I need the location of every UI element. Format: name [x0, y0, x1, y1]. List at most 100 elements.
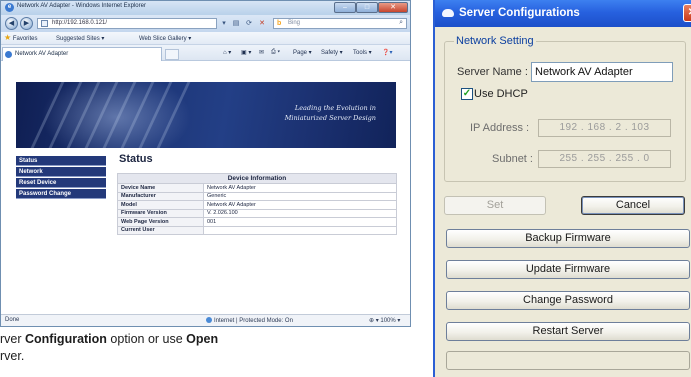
zoom-level: 100% [380, 318, 396, 324]
security-zone[interactable]: Internet | Protected Mode: On [206, 317, 293, 324]
banner-tagline-2: Miniaturized Server Design [284, 114, 376, 122]
feeds-icon[interactable]: ▣ ▾ [241, 49, 251, 56]
table-row: Manufacturer Generic [117, 191, 397, 201]
table-header: Device Information [117, 173, 397, 184]
browser-tab[interactable]: Network AV Adapter [2, 47, 162, 61]
row-label: Model [117, 200, 204, 210]
tab-page-icon [5, 51, 12, 58]
close-window-button[interactable]: ✕ [378, 2, 408, 13]
tab-row: Network AV Adapter ⌂ ▾ ▣ ▾ ✉ ⎙ ▾ Page ▾ … [1, 45, 410, 61]
change-password-button[interactable]: Change Password [446, 291, 690, 310]
cloud-icon [442, 9, 454, 17]
row-label: Device Name [117, 183, 204, 193]
row-value: 001 [203, 217, 397, 227]
forward-button[interactable]: ▶ [20, 17, 33, 30]
nav-status[interactable]: Status [16, 156, 106, 166]
zoom-control[interactable]: ⊕ ▾ 100% ▾ [369, 317, 400, 324]
star-icon: ★ [4, 33, 12, 42]
subnet-label: Subnet : [492, 153, 533, 165]
caption-middle: option or use [106, 332, 187, 346]
favorites-label: Favorites [12, 36, 38, 42]
page: e Network AV Adapter - Windows Internet … [0, 0, 691, 377]
row-value [203, 225, 397, 235]
mail-icon[interactable]: ✉ [259, 49, 264, 56]
search-placeholder: Bing [288, 20, 301, 26]
caption-line-2: rver. [0, 349, 25, 363]
home-icon[interactable]: ⌂ ▾ [223, 49, 231, 56]
server-name-input[interactable] [531, 62, 673, 82]
web-page-content: Leading the Evolution in Miniaturized Se… [1, 62, 410, 314]
safety-menu[interactable]: Safety ▾ [321, 49, 343, 56]
back-button[interactable]: ◀ [5, 17, 18, 30]
maximize-button[interactable]: □ [356, 2, 378, 13]
caption-bold-open: Open [186, 332, 219, 346]
site-banner: Leading the Evolution in Miniaturized Se… [16, 82, 396, 148]
stop-icon[interactable]: ✕ [256, 18, 268, 29]
status-progress-bar [446, 351, 690, 370]
row-label: Current User [117, 225, 204, 235]
browser-titlebar: e Network AV Adapter - Windows Internet … [1, 1, 410, 15]
dialog-close-button[interactable]: ✕ [683, 4, 691, 22]
table-row: Web Page Version 001 [117, 217, 397, 227]
new-tab-button[interactable] [165, 49, 179, 60]
nav-network[interactable]: Network [16, 167, 106, 177]
favorites-bar: ★ Favorites Suggested Sites ▾ Web Slice … [1, 32, 410, 45]
refresh-icon[interactable]: ⟳ [243, 18, 255, 29]
caption-bold-configuration: Configuration [25, 332, 107, 346]
subnet-field[interactable]: 255 . 255 . 255 . 0 [538, 150, 671, 168]
ip-address-field[interactable]: 192 . 168 . 2 . 103 [538, 119, 671, 137]
search-icon[interactable]: ⌕ [399, 19, 403, 27]
page-title: Status [119, 153, 153, 165]
suggested-sites-link[interactable]: Suggested Sites ▾ [56, 35, 104, 42]
table-row: Model Network AV Adapter [117, 200, 397, 210]
server-config-dialog: Server Configurations ✕ Network Setting … [433, 0, 691, 377]
set-button[interactable]: Set [444, 196, 546, 215]
server-name-label: Server Name : [457, 66, 528, 78]
minimize-button[interactable]: – [334, 2, 356, 13]
tools-menu[interactable]: Tools ▾ [353, 49, 372, 56]
row-value: Network AV Adapter [203, 200, 397, 210]
help-icon[interactable]: ❓▾ [382, 49, 392, 56]
table-row: Firmware Version V. 2.026.100 [117, 208, 397, 218]
suggested-sites-label: Suggested Sites ▾ [56, 36, 105, 42]
row-value: Network AV Adapter [203, 183, 397, 193]
ip-address-label: IP Address : [470, 122, 530, 134]
browser-status-bar: Done Internet | Protected Mode: On ⊕ ▾ 1… [1, 314, 410, 326]
address-url: http://192.168.0.121/ [52, 20, 108, 26]
favorites-button[interactable]: ★ Favorites [4, 33, 38, 43]
device-info-table: Device Information Device Name Network AV… [117, 173, 397, 235]
search-field[interactable]: b Bing ⌕ [273, 18, 407, 29]
use-dhcp-checkbox[interactable]: ✓ [461, 88, 473, 100]
row-value: V. 2.026.100 [203, 208, 397, 218]
row-label: Web Page Version [117, 217, 204, 227]
row-value: Generic [203, 191, 397, 201]
compatibility-icon[interactable]: ▤ [230, 18, 242, 29]
table-row: Current User [117, 225, 397, 235]
backup-firmware-button[interactable]: Backup Firmware [446, 229, 690, 248]
network-setting-legend: Network Setting [454, 35, 536, 47]
web-slice-gallery-link[interactable]: Web Slice Gallery ▾ [139, 35, 191, 42]
print-icon[interactable]: ⎙ ▾ [271, 49, 280, 56]
use-dhcp-label: Use DHCP [474, 88, 528, 100]
restart-server-button[interactable]: Restart Server [446, 322, 690, 341]
bing-icon: b [277, 20, 282, 27]
table-header-row: Device Information [117, 173, 397, 184]
browser-window: e Network AV Adapter - Windows Internet … [0, 0, 411, 327]
update-firmware-button[interactable]: Update Firmware [446, 260, 690, 279]
row-label: Firmware Version [117, 208, 204, 218]
dropdown-icon[interactable]: ▾ [219, 18, 229, 29]
banner-tagline-1: Leading the Evolution in [294, 104, 376, 112]
cancel-button[interactable]: Cancel [581, 196, 685, 215]
document-caption: rver Configuration option or use Open rv… [0, 331, 412, 365]
table-row: Device Name Network AV Adapter [117, 183, 397, 193]
nav-password-change[interactable]: Password Change [16, 189, 106, 199]
page-menu[interactable]: Page ▾ [293, 49, 312, 56]
address-bar-row: ◀ ▶ http://192.168.0.121/ ▾ ▤ ⟳ ✕ b Bing… [1, 15, 410, 32]
security-zone-label: Internet | Protected Mode: On [214, 318, 293, 324]
dialog-title: Server Configurations [459, 7, 580, 19]
address-field[interactable]: http://192.168.0.121/ [37, 18, 217, 29]
nav-reset-device[interactable]: Reset Device [16, 178, 106, 188]
dialog-titlebar: Server Configurations ✕ [435, 0, 691, 27]
row-label: Manufacturer [117, 191, 204, 201]
web-slice-label: Web Slice Gallery ▾ [139, 36, 192, 42]
